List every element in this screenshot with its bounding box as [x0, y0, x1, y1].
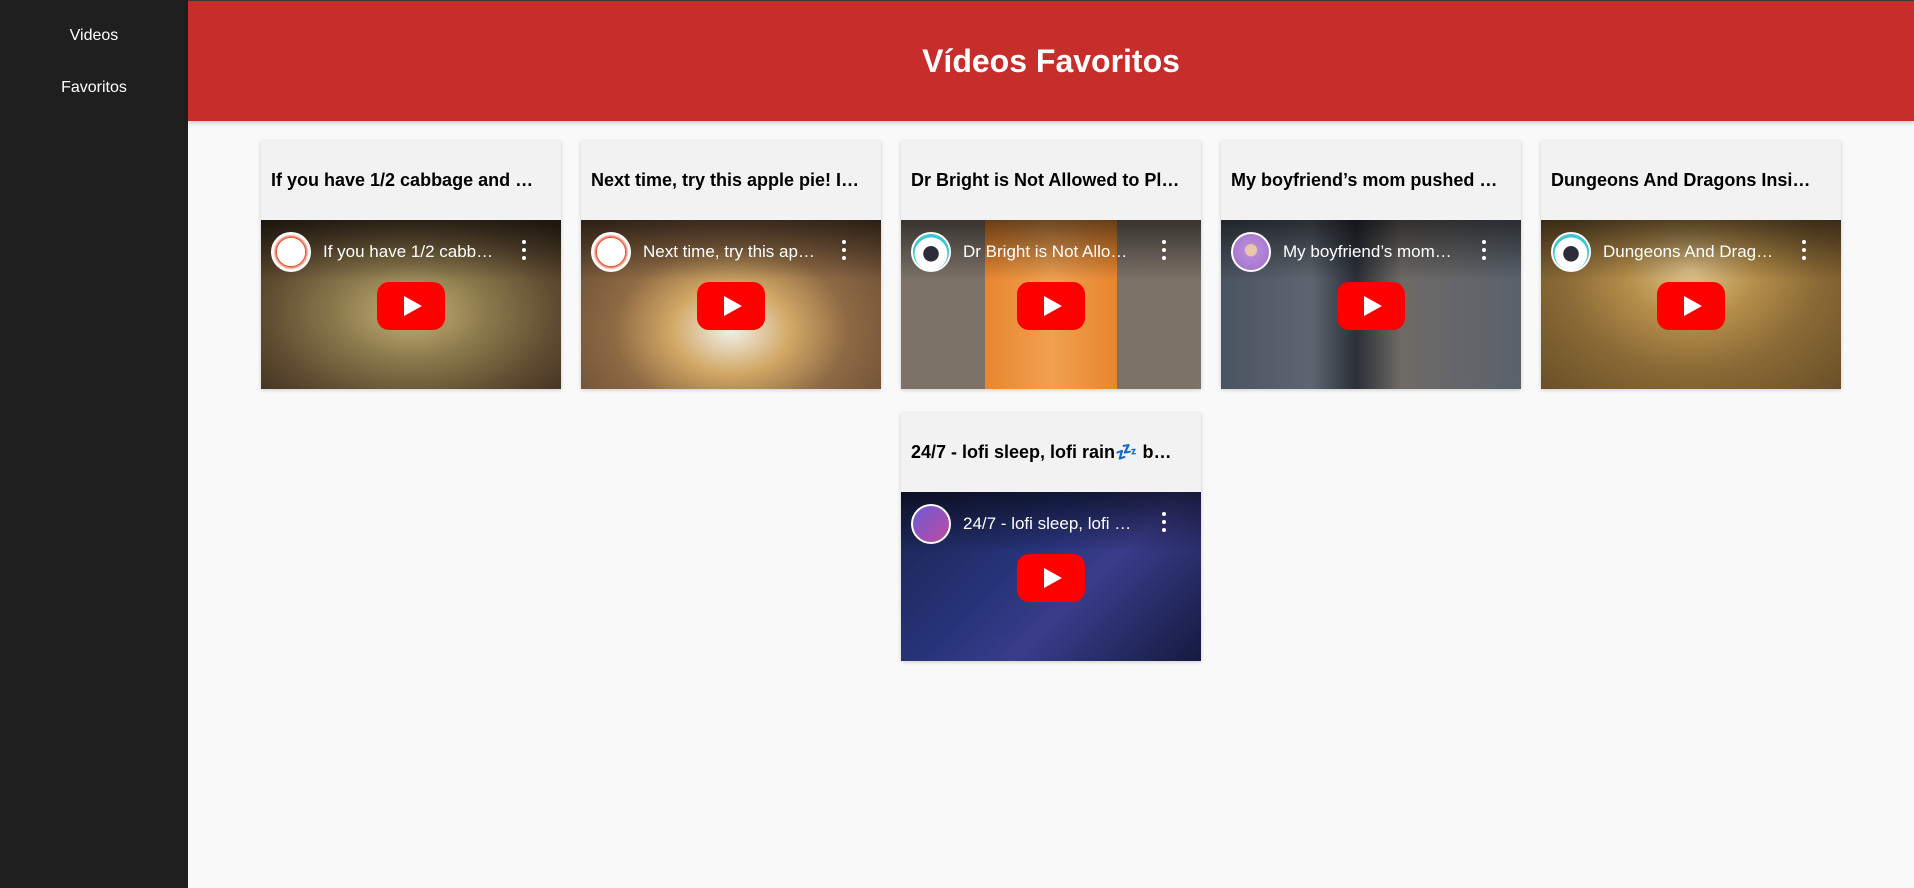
video-card: Dungeons And Dragons Insi… Dungeons And … — [1541, 141, 1841, 389]
video-card-title: My boyfriend’s mom pushed … — [1221, 141, 1521, 220]
video-card-title-text: Dr Bright is Not Allowed to Pl… — [911, 170, 1180, 190]
video-card-title: Dungeons And Dragons Insi… — [1541, 141, 1841, 220]
sidebar-item-favoritos[interactable]: Favoritos — [0, 62, 188, 114]
video-card: 24/7 - lofi sleep, lofi rain💤 b… 24/7 - … — [901, 413, 1201, 661]
player-title[interactable]: Next time, try this ap… — [643, 242, 833, 262]
video-card-title: 24/7 - lofi sleep, lofi rain💤 b… — [901, 413, 1201, 492]
skull-cat-channel-icon[interactable] — [1551, 232, 1591, 272]
more-options-icon[interactable] — [1481, 240, 1487, 264]
video-card-title: If you have 1/2 cabbage and … — [261, 141, 561, 220]
smiley-channel-icon[interactable] — [271, 232, 311, 272]
video-player[interactable]: If you have 1/2 cabb… — [261, 220, 561, 389]
player-title[interactable]: If you have 1/2 cabb… — [323, 242, 513, 262]
video-card: Dr Bright is Not Allowed to Pl… Dr Brigh… — [901, 141, 1201, 389]
player-title[interactable]: Dungeons And Drag… — [1603, 242, 1793, 262]
video-card: My boyfriend’s mom pushed … My boyfriend… — [1221, 141, 1521, 389]
more-options-icon[interactable] — [1161, 512, 1167, 536]
more-options-icon[interactable] — [1161, 240, 1167, 264]
page-title: Vídeos Favoritos — [922, 42, 1180, 79]
play-button[interactable] — [697, 282, 765, 330]
video-player[interactable]: 24/7 - lofi sleep, lofi … — [901, 492, 1201, 661]
smiley-channel-icon[interactable] — [591, 232, 631, 272]
video-card-title-text: If you have 1/2 cabbage and … — [271, 170, 534, 190]
video-player[interactable]: Dr Bright is Not Allo… — [901, 220, 1201, 389]
video-card-title-text: My boyfriend’s mom pushed … — [1231, 170, 1498, 190]
play-button[interactable] — [1017, 282, 1085, 330]
page-header: Vídeos Favoritos — [188, 0, 1914, 121]
more-options-icon[interactable] — [521, 240, 527, 264]
video-card: Next time, try this apple pie! I… Next t… — [581, 141, 881, 389]
video-card-title: Dr Bright is Not Allowed to Pl… — [901, 141, 1201, 220]
skull-cat-channel-icon[interactable] — [911, 232, 951, 272]
video-card-title-text: Next time, try this apple pie! I… — [591, 170, 860, 190]
video-player[interactable]: Next time, try this ap… — [581, 220, 881, 389]
sidebar: Videos Favoritos — [0, 0, 188, 888]
player-title[interactable]: My boyfriend’s mom… — [1283, 242, 1473, 262]
play-button[interactable] — [377, 282, 445, 330]
video-card: If you have 1/2 cabbage and … If you hav… — [261, 141, 561, 389]
video-card-title-text: 24/7 - lofi sleep, lofi rain💤 b… — [911, 442, 1172, 462]
more-options-icon[interactable] — [841, 240, 847, 264]
play-button[interactable] — [1017, 554, 1085, 602]
video-card-title-text: Dungeons And Dragons Insi… — [1551, 170, 1811, 190]
player-title[interactable]: Dr Bright is Not Allo… — [963, 242, 1153, 262]
person-channel-icon[interactable] — [1231, 232, 1271, 272]
sidebar-item-videos[interactable]: Videos — [0, 10, 188, 62]
mask-channel-icon[interactable] — [911, 504, 951, 544]
play-button[interactable] — [1337, 282, 1405, 330]
video-card-title: Next time, try this apple pie! I… — [581, 141, 881, 220]
more-options-icon[interactable] — [1801, 240, 1807, 264]
video-grid: If you have 1/2 cabbage and … If you hav… — [188, 141, 1914, 661]
video-player[interactable]: Dungeons And Drag… — [1541, 220, 1841, 389]
player-title[interactable]: 24/7 - lofi sleep, lofi … — [963, 514, 1153, 534]
play-button[interactable] — [1657, 282, 1725, 330]
video-player[interactable]: My boyfriend’s mom… — [1221, 220, 1521, 389]
